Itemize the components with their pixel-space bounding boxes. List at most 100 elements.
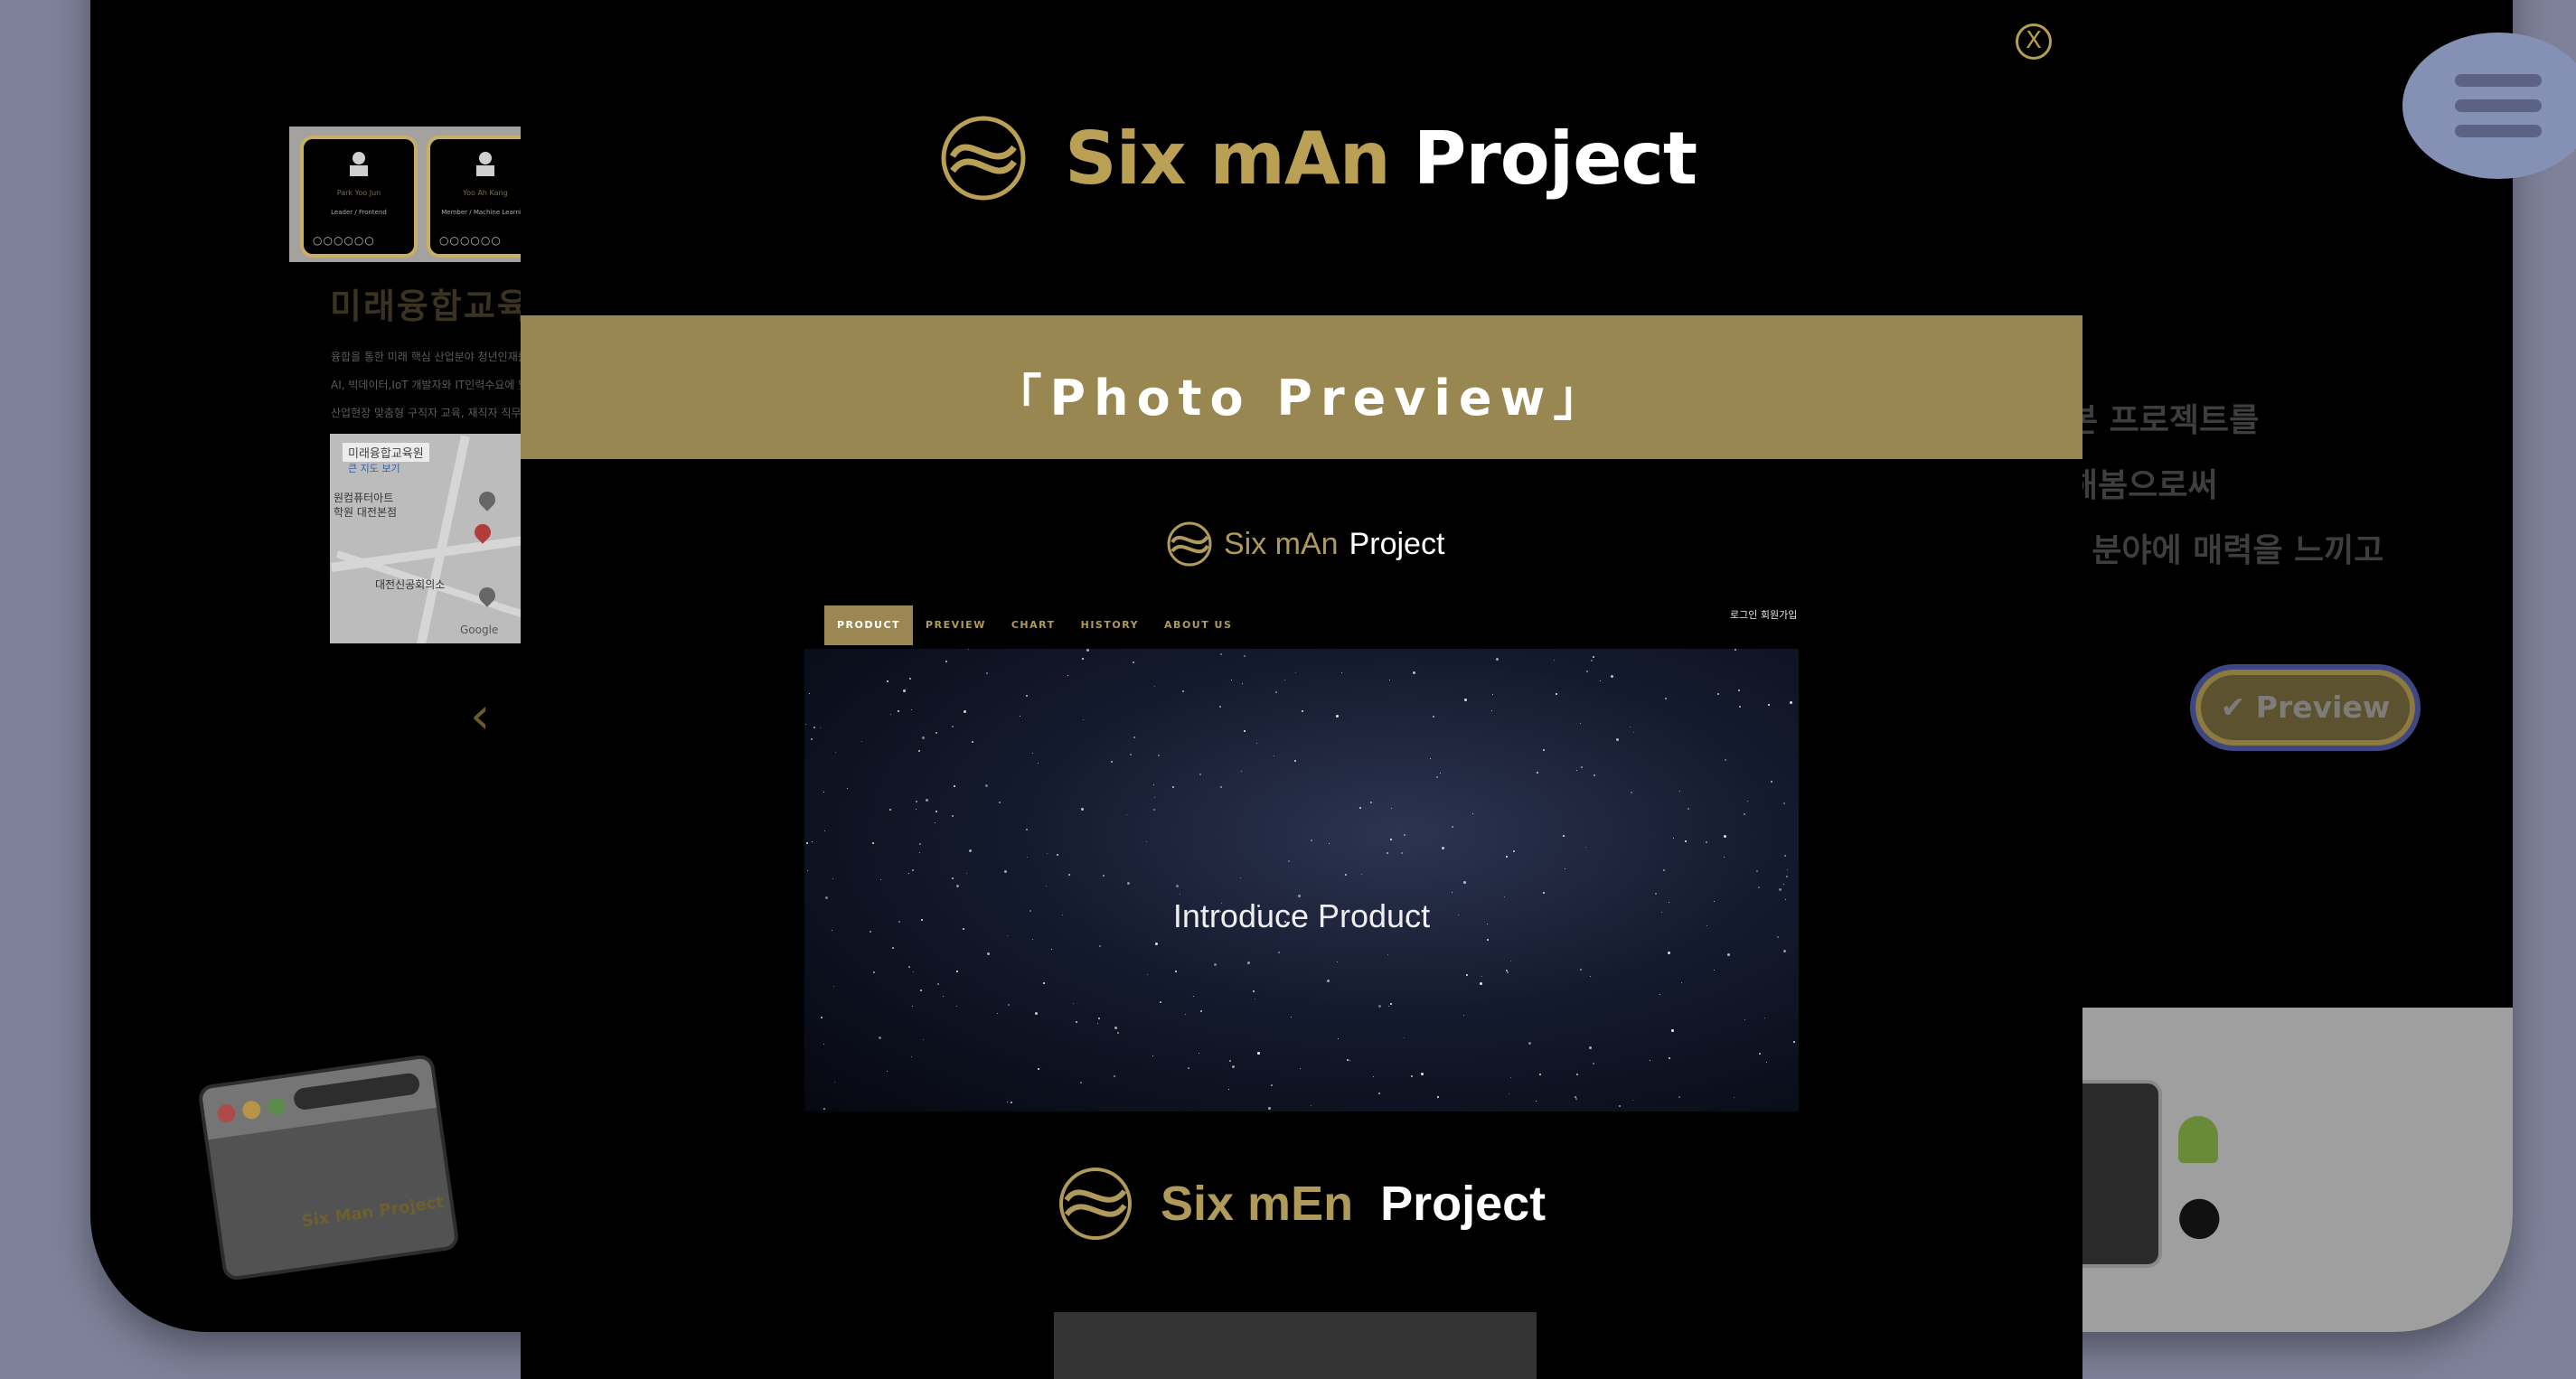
star <box>1126 814 1127 815</box>
star <box>1336 715 1339 718</box>
star <box>1411 1075 1413 1077</box>
star <box>1784 855 1786 857</box>
star <box>1302 710 1303 712</box>
star <box>1117 1032 1119 1034</box>
star <box>1437 1096 1439 1098</box>
star <box>964 710 966 713</box>
banner-title: 「Photo Preview」 <box>992 370 1611 427</box>
star <box>1671 1029 1674 1032</box>
team-card[interactable]: Park Yoo Jun Leader / Frontend ○○○○○○ <box>300 136 418 258</box>
star <box>807 870 808 871</box>
logo-icon <box>1167 521 1212 567</box>
star <box>1323 905 1324 906</box>
star <box>1706 925 1707 926</box>
star <box>1619 1105 1621 1107</box>
star <box>1779 888 1782 891</box>
nav-about-us[interactable]: ABOUT US <box>1152 605 1245 645</box>
star <box>1510 961 1511 962</box>
star <box>1378 1093 1380 1094</box>
star <box>1506 856 1508 858</box>
star <box>898 921 900 923</box>
star <box>987 952 990 955</box>
logo-icon <box>941 116 1026 201</box>
star <box>833 986 834 987</box>
star <box>821 1017 823 1018</box>
star <box>1688 808 1689 810</box>
star <box>1347 1059 1349 1061</box>
star <box>1594 774 1595 776</box>
logo-text-primary: Six mAn <box>1224 526 1339 561</box>
star <box>1655 893 1657 895</box>
star <box>1724 857 1725 858</box>
star <box>1345 874 1347 876</box>
section-heading: 미래융합교육 <box>330 286 531 326</box>
star <box>890 714 891 715</box>
star <box>1240 877 1241 878</box>
star <box>1278 952 1280 953</box>
star <box>916 809 917 810</box>
star <box>1433 716 1434 718</box>
star <box>1256 743 1257 744</box>
star <box>861 741 862 742</box>
close-button[interactable]: X <box>2016 23 2052 60</box>
star <box>963 928 964 930</box>
star <box>1241 771 1242 772</box>
star <box>1491 710 1492 711</box>
nav-product[interactable]: PRODUCT <box>824 605 914 645</box>
login-signup-links[interactable]: 로그인 회원가입 <box>1730 607 1797 622</box>
star <box>1311 1105 1312 1106</box>
star <box>1341 672 1342 673</box>
star <box>1747 801 1748 802</box>
star <box>1554 660 1555 661</box>
screenshot-nav: PRODUCT PREVIEW CHART HISTORY ABOUT US <box>824 605 1245 645</box>
preview-button[interactable]: ✔ Preview <box>2190 664 2421 751</box>
logo-text-primary: Six mAn <box>1065 116 1391 201</box>
star <box>1038 763 1039 764</box>
star <box>1673 838 1674 839</box>
star <box>1032 753 1033 754</box>
star <box>1244 730 1246 732</box>
star <box>968 649 969 650</box>
star <box>824 830 825 831</box>
star <box>969 849 972 852</box>
nav-history[interactable]: HISTORY <box>1068 605 1152 645</box>
star <box>1659 994 1660 995</box>
star <box>1786 876 1788 877</box>
star <box>813 727 815 728</box>
star <box>1388 1006 1389 1007</box>
star <box>873 971 875 973</box>
star <box>1793 1041 1795 1043</box>
star <box>1219 706 1221 708</box>
preview-banner: 「Photo Preview」 <box>521 315 2082 459</box>
star <box>1111 761 1113 763</box>
star <box>916 801 917 802</box>
star <box>1738 690 1740 691</box>
star <box>1387 954 1388 955</box>
star <box>1288 860 1290 862</box>
star <box>1783 802 1785 804</box>
map-label: 학원 대전본점 <box>334 506 398 519</box>
carousel-prev-icon[interactable]: ‹ <box>470 687 490 746</box>
description-line: 본 프로젝트를 <box>2068 402 2260 439</box>
star <box>1406 920 1408 923</box>
star <box>1452 892 1453 893</box>
nav-preview[interactable]: PREVIEW <box>913 605 999 645</box>
map-large-link[interactable]: 큰 지도 보기 <box>348 461 400 475</box>
star <box>1600 680 1601 681</box>
star <box>1004 870 1007 873</box>
star <box>1590 976 1591 977</box>
hero-text: Introduce Product <box>1172 897 1431 934</box>
star <box>1663 869 1665 871</box>
logo-text-primary: Six mEn <box>1161 1177 1354 1231</box>
logo-text-secondary: Project <box>1380 1177 1547 1231</box>
star <box>1378 1005 1381 1008</box>
star <box>1298 895 1301 897</box>
hero-starfield: Introduce Product <box>804 649 1799 1112</box>
star <box>1035 1012 1038 1015</box>
star <box>1589 1046 1592 1049</box>
star <box>1669 1057 1670 1059</box>
star <box>1724 835 1726 838</box>
star <box>921 919 923 921</box>
star <box>1185 1014 1186 1015</box>
nav-chart[interactable]: CHART <box>999 605 1068 645</box>
